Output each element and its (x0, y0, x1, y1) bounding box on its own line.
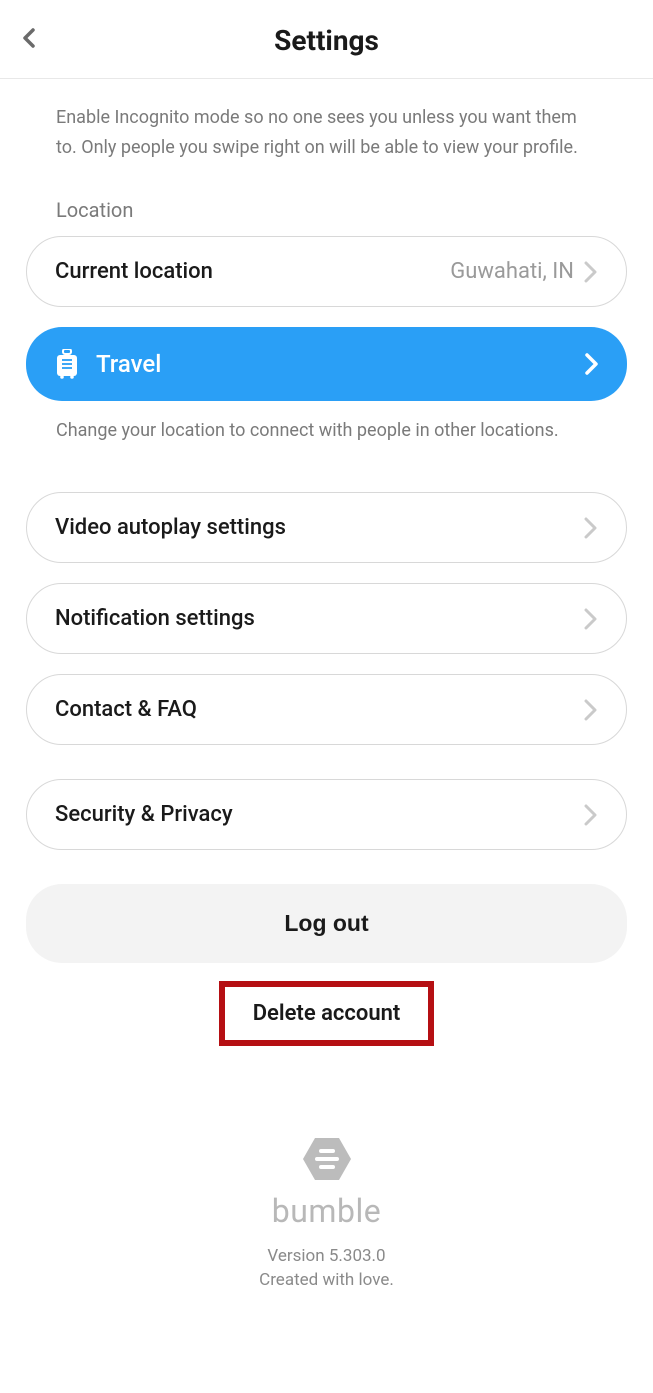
location-section-label: Location (26, 198, 627, 222)
travel-row[interactable]: Travel (26, 327, 627, 401)
video-autoplay-label: Video autoplay settings (55, 515, 286, 540)
content: Enable Incognito mode so no one sees you… (0, 79, 653, 1330)
chevron-right-icon (584, 517, 598, 539)
travel-label: Travel (96, 350, 161, 378)
chevron-right-icon (585, 353, 599, 375)
current-location-value: Guwahati, IN (450, 259, 574, 284)
suitcase-icon (54, 349, 80, 379)
brand-name: bumble (272, 1192, 381, 1230)
tagline-text: Created with love. (259, 1270, 394, 1290)
incognito-description: Enable Incognito mode so no one sees you… (26, 103, 627, 162)
travel-description: Change your location to connect with peo… (26, 417, 627, 446)
notification-settings-label: Notification settings (55, 606, 255, 631)
header: Settings (0, 0, 653, 79)
delete-account-label: Delete account (253, 1001, 401, 1026)
back-icon[interactable] (20, 28, 40, 52)
security-privacy-row[interactable]: Security & Privacy (26, 779, 627, 850)
footer: bumble Version 5.303.0 Created with love… (26, 1136, 627, 1290)
security-privacy-label: Security & Privacy (55, 802, 233, 827)
chevron-right-icon (584, 804, 598, 826)
chevron-right-icon (584, 699, 598, 721)
notification-settings-row[interactable]: Notification settings (26, 583, 627, 654)
current-location-row[interactable]: Current location Guwahati, IN (26, 236, 627, 307)
video-autoplay-row[interactable]: Video autoplay settings (26, 492, 627, 563)
delete-account-button[interactable]: Delete account (219, 981, 435, 1046)
version-text: Version 5.303.0 (267, 1246, 385, 1266)
contact-faq-label: Contact & FAQ (55, 697, 197, 722)
chevron-right-icon (584, 261, 598, 283)
current-location-label: Current location (55, 259, 213, 284)
logout-button[interactable]: Log out (26, 884, 627, 963)
chevron-right-icon (584, 608, 598, 630)
page-title: Settings (274, 24, 379, 57)
brand-logo-icon (301, 1136, 353, 1182)
contact-faq-row[interactable]: Contact & FAQ (26, 674, 627, 745)
